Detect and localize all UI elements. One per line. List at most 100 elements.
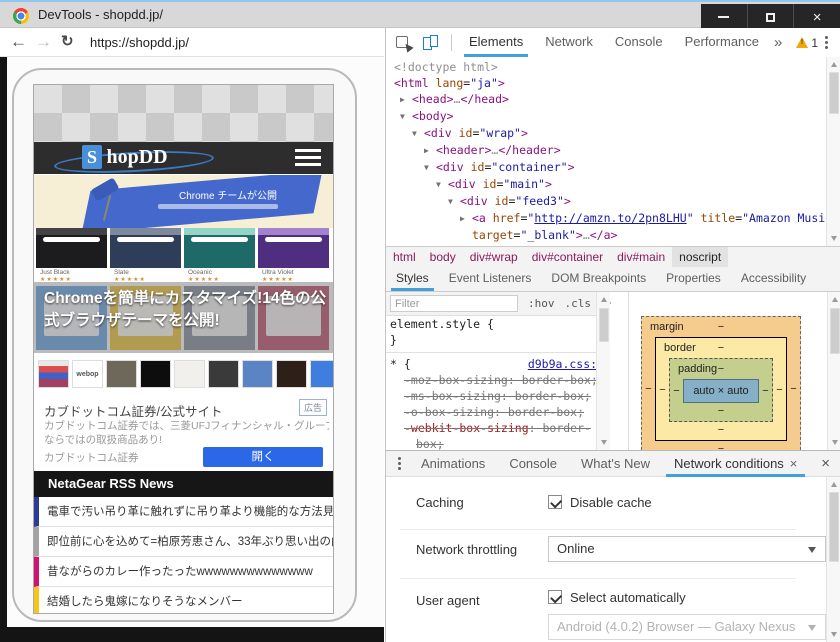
- tab-network[interactable]: Network: [534, 28, 604, 57]
- css-property-row[interactable]: -o-box-sizing: border-box;: [386, 404, 610, 420]
- drawer-tab-what's-new[interactable]: What's New: [569, 452, 662, 476]
- scroll-thumb[interactable]: [829, 492, 839, 562]
- thumbnail[interactable]: [276, 360, 307, 388]
- breadcrumb-item[interactable]: div#wrap: [463, 247, 525, 267]
- select-automatically-checkbox[interactable]: [548, 590, 562, 604]
- css-property-row[interactable]: -ms-box-sizing: border-box;: [386, 388, 610, 404]
- tab-elements[interactable]: Elements: [458, 28, 534, 57]
- breadcrumb-item[interactable]: html: [386, 247, 423, 267]
- dom-tree-row[interactable]: ▶<a href="http://amzn.to/2pn8LHU" title=…: [386, 210, 826, 227]
- toggle-hover-state-button[interactable]: :hov: [528, 297, 555, 310]
- tab-performance[interactable]: Performance: [674, 28, 770, 57]
- sidebar-tab-accessibility[interactable]: Accessibility: [731, 267, 816, 291]
- thumbnail[interactable]: [140, 360, 171, 388]
- rss-news-item[interactable]: 結婚したら鬼嫁になりそうなメンバー: [34, 587, 333, 614]
- dom-tree-row[interactable]: ▼<div id="wrap">: [386, 125, 826, 142]
- dom-tree-row[interactable]: ▼<div id="container">: [386, 159, 826, 176]
- scroll-up-icon[interactable]: [827, 59, 840, 71]
- site-logo[interactable]: S hopDD: [82, 145, 168, 171]
- tree-collapsed-icon[interactable]: ▶: [460, 211, 472, 227]
- dom-tree-row[interactable]: ▶<head>…</head>: [386, 91, 826, 108]
- scroll-up-icon[interactable]: [827, 479, 840, 491]
- elements-scrollbar[interactable]: [826, 57, 840, 246]
- dom-tree-row[interactable]: ▼<body>: [386, 108, 826, 125]
- scroll-down-icon[interactable]: [597, 436, 611, 448]
- dom-tree-row[interactable]: target="_blank">…</a>: [386, 227, 826, 243]
- ad-badge[interactable]: 広告: [299, 399, 327, 416]
- thumbnail[interactable]: [106, 360, 137, 388]
- tree-expanded-icon[interactable]: ▼: [448, 194, 460, 210]
- scroll-up-icon[interactable]: [828, 294, 840, 306]
- tree-collapsed-icon[interactable]: ▶: [400, 92, 412, 108]
- sidebar-tab-properties[interactable]: Properties: [656, 267, 731, 291]
- tree-expanded-icon[interactable]: ▼: [400, 109, 412, 125]
- inspect-element-icon[interactable]: [396, 36, 411, 49]
- theme-tile[interactable]: [36, 228, 107, 268]
- scroll-down-icon[interactable]: [827, 628, 840, 640]
- thumbnail[interactable]: [208, 360, 239, 388]
- ad-open-button[interactable]: 開く: [203, 447, 323, 467]
- theme-tile[interactable]: [110, 228, 181, 268]
- devtools-menu-icon[interactable]: [821, 32, 832, 53]
- computed-scrollbar[interactable]: [827, 292, 840, 450]
- thumbnail[interactable]: webop: [72, 360, 103, 388]
- drawer-close-icon[interactable]: ×: [821, 455, 830, 472]
- drawer-menu-icon[interactable]: [394, 453, 405, 474]
- warning-badge[interactable]: ! 1: [796, 36, 818, 50]
- rss-news-item[interactable]: 即位前に心を込めて=柏原芳恵さん、33年ぶり思い出の曲披: [34, 527, 333, 557]
- dom-tree-row[interactable]: ▶<header>…</header>: [386, 142, 826, 159]
- css-property-row[interactable]: -webkit-box-sizing: border-: [386, 420, 610, 436]
- thumbnail[interactable]: [174, 360, 205, 388]
- sidebar-tab-event-listeners[interactable]: Event Listeners: [439, 267, 542, 291]
- css-property-row[interactable]: -moz-box-sizing: border-box;: [386, 372, 610, 388]
- hero-banner[interactable]: Chrome チームが公開: [34, 175, 333, 228]
- scroll-thumb[interactable]: [830, 308, 840, 354]
- scroll-down-icon[interactable]: [827, 232, 840, 244]
- more-tabs-icon[interactable]: »: [774, 34, 782, 51]
- drawer-tab-console[interactable]: Console: [497, 452, 569, 476]
- stylesheet-link[interactable]: d9b9a.css:1: [528, 356, 604, 372]
- thumbnail[interactable]: [310, 360, 334, 388]
- sidebar-tab-styles[interactable]: Styles: [386, 267, 439, 291]
- rss-news-item[interactable]: 電車で汚い吊り革に触れずに吊り革より機能的な方法見つけ: [34, 497, 333, 527]
- scroll-down-icon[interactable]: [828, 436, 840, 448]
- theme-tile[interactable]: [184, 228, 255, 268]
- scroll-thumb[interactable]: [599, 308, 609, 342]
- dom-tree-row[interactable]: <!doctype html>: [386, 59, 826, 75]
- breadcrumb-item[interactable]: div#main: [610, 247, 672, 267]
- maximize-button[interactable]: [747, 4, 794, 30]
- drawer-scrollbar[interactable]: [826, 477, 840, 642]
- minimize-button[interactable]: [701, 4, 747, 30]
- forward-button[interactable]: →: [35, 28, 52, 57]
- tree-expanded-icon[interactable]: ▼: [424, 160, 436, 176]
- tree-collapsed-icon[interactable]: ▶: [424, 143, 436, 159]
- drawer-tab-network-conditions[interactable]: Network conditions×: [662, 452, 809, 476]
- toggle-class-button[interactable]: .cls: [565, 297, 592, 310]
- scroll-up-icon[interactable]: [597, 294, 611, 306]
- thumbnail[interactable]: [38, 360, 69, 388]
- network-throttling-select[interactable]: Online: [548, 536, 826, 562]
- dom-tree-row[interactable]: ▼<div id="main">: [386, 176, 826, 193]
- breadcrumb-item[interactable]: noscript: [672, 247, 728, 267]
- styles-scrollbar[interactable]: [596, 292, 610, 450]
- styles-filter-input[interactable]: [390, 295, 518, 312]
- ad-title[interactable]: カブドットコム証券/公式サイト: [44, 401, 222, 420]
- hamburger-menu-icon[interactable]: [295, 149, 321, 170]
- disable-cache-checkbox[interactable]: [548, 495, 562, 509]
- tree-expanded-icon[interactable]: ▼: [412, 126, 424, 142]
- breadcrumb-item[interactable]: body: [423, 247, 463, 267]
- close-button[interactable]: ×: [793, 4, 840, 30]
- scroll-thumb[interactable]: [829, 72, 839, 114]
- tab-console[interactable]: Console: [604, 28, 674, 57]
- thumbnail[interactable]: [242, 360, 273, 388]
- reload-button[interactable]: ↻: [61, 28, 74, 57]
- drawer-tab-animations[interactable]: Animations: [409, 452, 497, 476]
- dom-tree-row[interactable]: <html lang="ja">: [386, 75, 826, 91]
- tree-expanded-icon[interactable]: ▼: [436, 177, 448, 193]
- address-bar[interactable]: https://shopdd.jp/: [90, 28, 189, 57]
- device-toolbar-icon[interactable]: [423, 35, 439, 50]
- back-button[interactable]: ←: [10, 28, 27, 57]
- drawer-tab-close-icon[interactable]: ×: [790, 452, 798, 476]
- theme-tile[interactable]: [258, 228, 329, 268]
- breadcrumb-item[interactable]: div#container: [525, 247, 610, 267]
